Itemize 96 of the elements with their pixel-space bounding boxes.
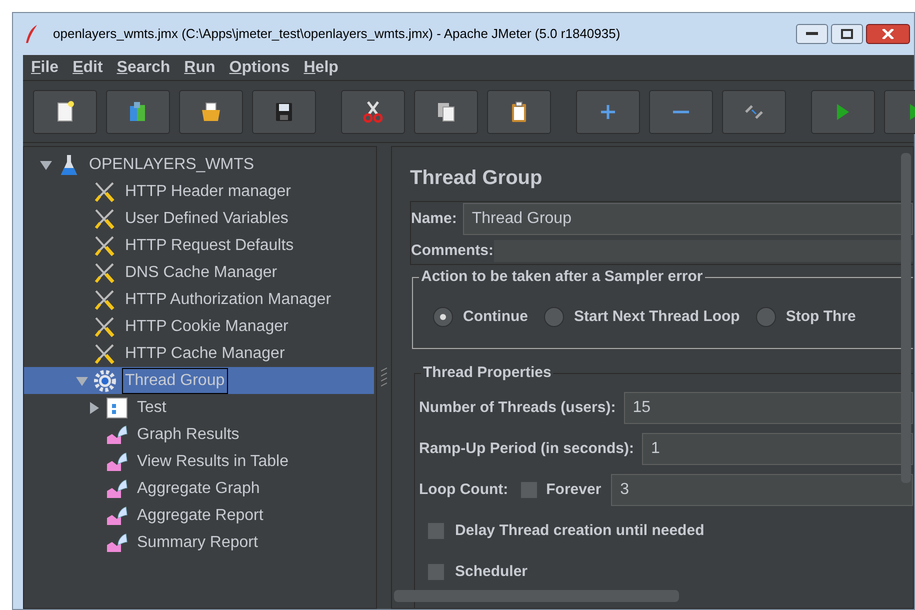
tree-item-label: Aggregate Graph (136, 478, 261, 498)
graph-icon (106, 506, 128, 526)
tree-item-label: View Results in Table (136, 452, 290, 472)
tree-item-label: Test (136, 398, 168, 418)
menu-item[interactable]: Help (304, 56, 338, 80)
flask-icon (60, 154, 78, 176)
comments-field[interactable] (494, 240, 913, 262)
toolbar-button[interactable] (487, 90, 551, 134)
toolbar-button[interactable] (414, 90, 478, 134)
loop-count-label: Loop Count: (419, 480, 508, 500)
loop-count-field[interactable]: 3 (611, 474, 913, 506)
rampup-label: Ramp-Up Period (in seconds): (419, 438, 634, 459)
rampup-field[interactable]: 1 (642, 433, 913, 465)
radio-label: Start Next Thread Loop (574, 307, 740, 327)
minus-icon (673, 110, 689, 114)
tree-item[interactable]: Aggregate Report (24, 502, 374, 529)
tools-icon (93, 342, 117, 366)
tools-icon (93, 260, 117, 284)
tree-item[interactable]: Summary Report (24, 529, 374, 556)
comments-label: Comments: (411, 240, 494, 261)
tree-item-label: Thread Group (122, 368, 228, 394)
toolbar-button[interactable] (33, 90, 97, 134)
tools-icon (93, 288, 117, 312)
checkbox[interactable] (520, 481, 538, 499)
panel-title: Thread Group (410, 166, 544, 191)
tree-item-label: HTTP Request Defaults (124, 236, 295, 256)
tools-icon (93, 234, 117, 258)
tools-icon (93, 180, 117, 204)
tree-item-label: User Defined Variables (124, 208, 290, 228)
splitter-grip-icon[interactable] (381, 366, 387, 388)
menu-item[interactable]: Run (184, 56, 216, 80)
scissors-icon (361, 100, 385, 124)
gear-icon (93, 368, 117, 392)
folder-icon (199, 100, 223, 124)
graph-icon (106, 532, 128, 552)
tree-item[interactable]: HTTP Authorization Manager (24, 286, 374, 313)
collapse-icon[interactable] (76, 374, 88, 386)
minimize-icon (806, 32, 818, 36)
expand-icon[interactable] (88, 402, 100, 414)
checkbox-label: Scheduler (455, 562, 528, 582)
threads-label: Number of Threads (users): (419, 398, 616, 418)
tree-item-label: DNS Cache Manager (124, 262, 278, 282)
window-title: openlayers_wmts.jmx (C:\Apps\jmeter_test\openlayers_wmts.jmx) - Apache JMeter (5.0 r1840935) (53, 25, 620, 44)
maximize-icon (841, 29, 853, 39)
tree-item[interactable]: View Results in Table (24, 448, 374, 475)
horizontal-scrollbar[interactable] (394, 590, 679, 602)
tree-item[interactable]: DNS Cache Manager (24, 259, 374, 286)
checkbox[interactable] (427, 522, 445, 540)
tree-item[interactable]: Graph Results (24, 421, 374, 448)
close-button[interactable] (866, 24, 910, 44)
graph-icon (106, 478, 128, 498)
radio-button[interactable] (544, 307, 564, 328)
graph-icon (106, 452, 128, 472)
graph-icon (106, 424, 128, 444)
checkbox-label: Forever (546, 480, 602, 500)
tree-item-label: Graph Results (136, 424, 240, 444)
menu-item[interactable]: Search (116, 56, 170, 80)
toolbar-button[interactable] (341, 90, 405, 134)
radio-button[interactable] (756, 307, 776, 328)
tree-item[interactable]: OPENLAYERS_WMTS (24, 151, 374, 178)
radio-button[interactable] (433, 307, 453, 328)
name-field[interactable]: Thread Group (462, 203, 913, 235)
radio-label: Stop Thre (786, 307, 856, 327)
tree-item[interactable]: User Defined Variables (24, 205, 374, 232)
checkbox-label: Delay Thread creation until needed (455, 520, 704, 541)
maximize-button[interactable] (831, 24, 863, 44)
collapse-icon[interactable] (40, 158, 52, 170)
tree-item[interactable]: Test (24, 394, 374, 421)
tree-item-label: HTTP Cookie Manager (124, 316, 290, 336)
tree-item[interactable]: HTTP Cache Manager (24, 340, 374, 367)
close-icon (882, 29, 894, 39)
tree-item-label: HTTP Authorization Manager (124, 290, 332, 310)
menu-item[interactable]: Edit (72, 56, 103, 80)
tree-item[interactable]: Aggregate Graph (24, 475, 374, 502)
vertical-scrollbar[interactable] (901, 153, 911, 483)
minimize-button[interactable] (796, 24, 828, 44)
tree-item[interactable]: HTTP Request Defaults (24, 232, 374, 259)
toolbar-button[interactable] (179, 90, 243, 134)
tools-icon (93, 314, 117, 338)
tree-item-label: HTTP Header manager (124, 182, 292, 202)
tree-item-label: Summary Report (136, 532, 259, 552)
menu-item[interactable]: Options (229, 56, 290, 80)
menu-item[interactable]: File (31, 56, 59, 80)
toolbar-button[interactable] (252, 90, 316, 134)
play-icon (837, 104, 849, 120)
threads-field[interactable]: 15 (624, 392, 913, 424)
tools-icon (93, 206, 117, 230)
name-label: Name: (411, 208, 457, 229)
controller-icon (105, 396, 129, 420)
tree-item-label: Aggregate Report (136, 506, 264, 526)
radio-label: Continue (463, 307, 528, 327)
tree-item[interactable]: HTTP Cookie Manager (24, 313, 374, 340)
tree-item-label: OPENLAYERS_WMTS (88, 154, 256, 174)
tree-item[interactable]: HTTP Header manager (24, 178, 374, 205)
tree-item-label: HTTP Cache Manager (124, 344, 286, 364)
checkbox[interactable] (427, 563, 445, 581)
